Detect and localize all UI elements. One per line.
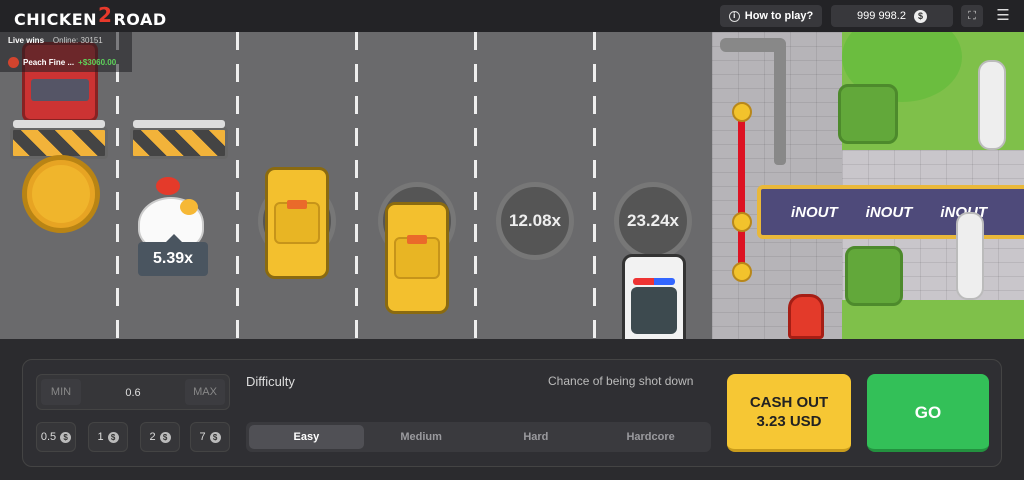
dollar-coin-icon: $ xyxy=(159,431,171,443)
online-label: Online: xyxy=(52,36,79,45)
pigeon-statue xyxy=(956,212,984,300)
dollar-coin-icon: $ xyxy=(60,431,72,443)
rope-barrier-pole xyxy=(730,102,754,282)
logo-text-road: ROAD xyxy=(113,10,167,29)
dollar-coin-icon: $ xyxy=(209,431,221,443)
bet-amount-input: MIN 0.6 MAX xyxy=(36,374,230,410)
quick-bet-button[interactable]: 1 $ xyxy=(88,422,128,452)
balance-display: 999 998.2 $ xyxy=(831,5,953,27)
how-to-play-label: How to play? xyxy=(744,10,814,22)
lane-divider xyxy=(474,32,477,339)
quick-bet-value: 1 xyxy=(97,431,104,443)
lane-divider xyxy=(116,32,119,339)
top-bar: CHICKEN2ROAD i How to play? 999 998.2 $ … xyxy=(0,0,1024,32)
difficulty-label: Difficulty xyxy=(246,374,295,389)
logo-text-chicken: CHICKEN xyxy=(14,10,98,29)
lane-divider xyxy=(593,32,596,339)
online-count: 30151 xyxy=(80,36,103,45)
lane-divider xyxy=(355,32,358,339)
fullscreen-icon[interactable]: ⛶ xyxy=(961,5,983,27)
difficulty-medium[interactable]: Medium xyxy=(364,425,479,449)
lane-divider xyxy=(236,32,239,339)
live-wins-label: Live wins xyxy=(8,36,45,45)
quick-bet-value: 7 xyxy=(199,431,206,443)
live-stats: Live wins Online: 30151 xyxy=(8,36,103,45)
pigeon-statue xyxy=(978,60,1006,150)
difficulty-selector: Easy Medium Hard Hardcore xyxy=(246,422,711,452)
road-barrier xyxy=(130,120,228,159)
bet-value[interactable]: 0.6 xyxy=(87,375,179,411)
taxi-car xyxy=(265,167,329,279)
go-button[interactable]: GO xyxy=(867,374,989,452)
player-avatar xyxy=(8,57,19,68)
quick-bet-button[interactable]: 7 $ xyxy=(190,422,230,452)
cash-out-amount: 3.23 USD xyxy=(756,412,822,430)
cash-out-button[interactable]: CASH OUT 3.23 USD xyxy=(727,374,851,452)
quick-bet-button[interactable]: 0.5 $ xyxy=(36,422,76,452)
manhole-multiplier[interactable]: 23.24x xyxy=(614,182,692,260)
banner-text: iNOUT xyxy=(791,203,838,221)
current-multiplier-tag: 5.39x xyxy=(138,234,208,276)
dollar-coin-icon: $ xyxy=(913,9,927,23)
hamburger-menu-icon[interactable]: ☰ xyxy=(993,5,1013,27)
chance-label: Chance of being shot down xyxy=(548,374,694,388)
live-wins-panel: Live wins Online: 30151 Peach Fine ... +… xyxy=(0,32,132,72)
bet-max-button[interactable]: MAX xyxy=(185,379,225,405)
bush xyxy=(838,84,898,144)
fire-hydrant xyxy=(788,294,824,339)
police-car xyxy=(622,254,686,339)
live-win-entry: Peach Fine ... +$3060.00 xyxy=(8,57,116,68)
dollar-coin-icon: $ xyxy=(107,431,119,443)
winner-amount: +$3060.00 xyxy=(78,58,117,67)
winner-name: Peach Fine ... xyxy=(23,58,75,67)
quick-bet-value: 0.5 xyxy=(40,431,57,443)
bet-min-button[interactable]: MIN xyxy=(41,379,81,405)
balance-value: 999 998.2 xyxy=(857,10,906,22)
bush xyxy=(845,246,903,306)
quick-bet-button[interactable]: 2 $ xyxy=(140,422,180,452)
difficulty-hard[interactable]: Hard xyxy=(479,425,594,449)
game-scene: 5.39x 12.08x 23.24x iNOUT iNOUT iNOUT xyxy=(0,32,1024,339)
logo-text-two: 2 xyxy=(98,3,113,27)
manhole-multiplier[interactable]: 12.08x xyxy=(496,182,574,260)
difficulty-easy[interactable]: Easy xyxy=(249,425,364,449)
taxi-car xyxy=(385,202,449,314)
difficulty-hardcore[interactable]: Hardcore xyxy=(593,425,708,449)
gold-coin-icon xyxy=(22,155,100,233)
info-icon: i xyxy=(728,10,740,22)
quick-bet-value: 2 xyxy=(149,431,156,443)
game-logo: CHICKEN2ROAD xyxy=(14,3,167,30)
cash-out-label: CASH OUT xyxy=(749,393,829,411)
banner-text: iNOUT xyxy=(865,203,913,221)
how-to-play-button[interactable]: i How to play? xyxy=(720,5,822,27)
